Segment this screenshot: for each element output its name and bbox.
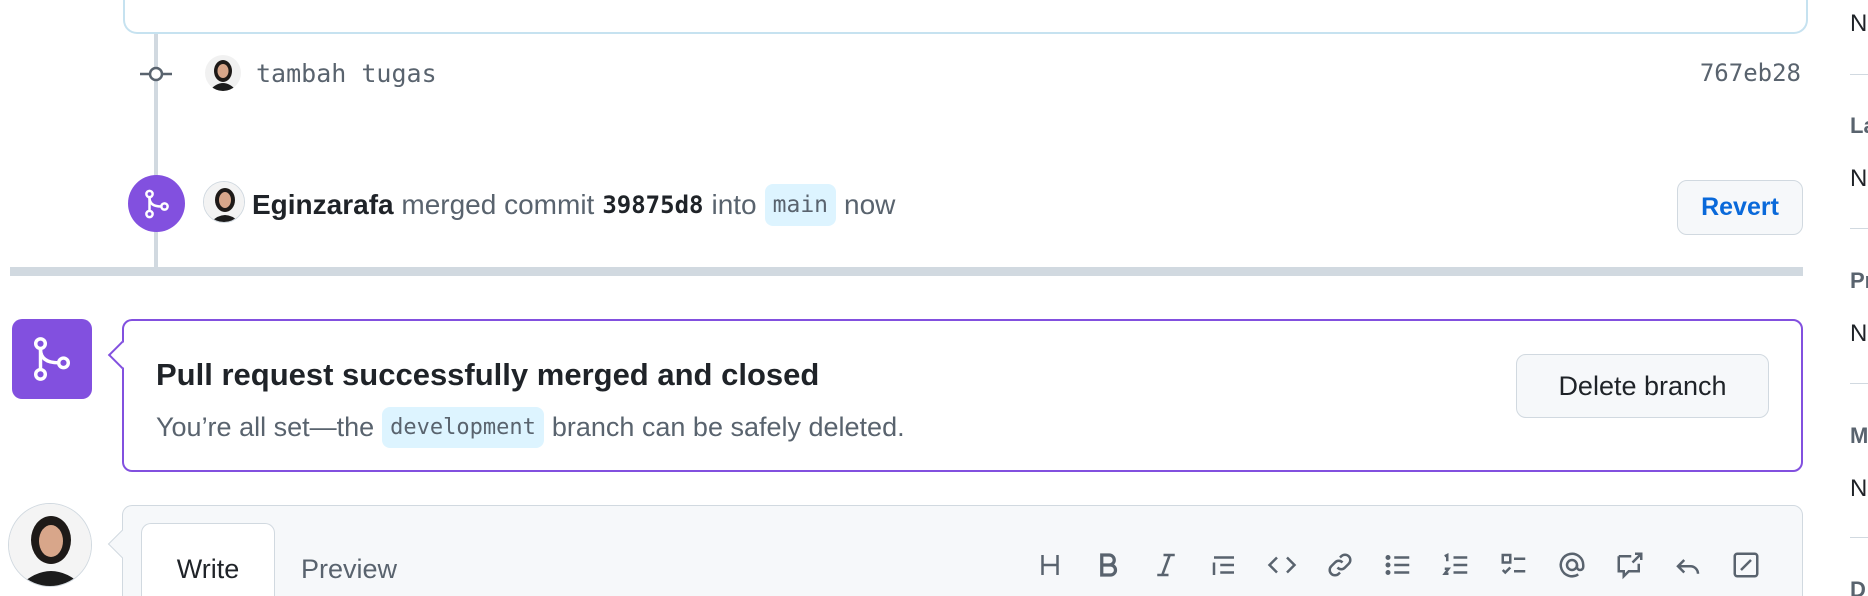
composer-pointer bbox=[107, 529, 137, 559]
comment-composer: Write Preview bbox=[107, 505, 1803, 596]
git-merge-icon bbox=[33, 337, 71, 381]
sidebar-divider bbox=[1850, 228, 1868, 229]
code-icon[interactable] bbox=[1263, 546, 1301, 584]
right-sidebar: N La N Pr N M N D bbox=[1850, 0, 1868, 596]
merged-status-icon bbox=[12, 319, 92, 399]
current-user-avatar[interactable] bbox=[8, 503, 92, 587]
commit-message[interactable]: tambah tugas bbox=[256, 59, 437, 88]
reference-icon[interactable] bbox=[1611, 546, 1649, 584]
ordered-list-icon[interactable] bbox=[1437, 546, 1475, 584]
sidebar-heading-5[interactable]: D bbox=[1850, 577, 1866, 596]
merge-into-text: into bbox=[711, 189, 757, 220]
delete-branch-button[interactable]: Delete branch bbox=[1516, 354, 1769, 418]
sidebar-heading-2[interactable]: La bbox=[1850, 113, 1868, 139]
merge-event-badge bbox=[128, 175, 185, 232]
sidebar-value-3: N bbox=[1850, 320, 1868, 347]
sidebar-heading-4[interactable]: M bbox=[1850, 423, 1868, 449]
sidebar-heading-3[interactable]: Pr bbox=[1850, 268, 1868, 294]
previous-comment-box bbox=[123, 0, 1808, 34]
merger-username[interactable]: Eginzarafa bbox=[252, 189, 394, 221]
sidebar-value-2: N bbox=[1850, 165, 1868, 192]
merge-action-text: merged commit bbox=[401, 189, 595, 220]
italic-icon[interactable] bbox=[1147, 546, 1185, 584]
commit-author-avatar[interactable] bbox=[205, 55, 241, 91]
source-branch-label[interactable]: development bbox=[382, 407, 544, 448]
merged-subtitle-prefix: You’re all set—the bbox=[156, 412, 375, 442]
edit-icon[interactable] bbox=[1727, 546, 1765, 584]
commit-sha[interactable]: 767eb28 bbox=[1700, 59, 1801, 87]
link-icon[interactable] bbox=[1321, 546, 1359, 584]
merged-status-box: Pull request successfully merged and clo… bbox=[107, 319, 1803, 472]
sidebar-divider bbox=[1850, 383, 1868, 384]
sidebar-value-1: N bbox=[1850, 10, 1868, 37]
merged-title: Pull request successfully merged and clo… bbox=[156, 357, 820, 392]
merge-event-text: Eginzarafa merged commit 39875d8 into ma… bbox=[252, 184, 895, 226]
task-list-icon[interactable] bbox=[1495, 546, 1533, 584]
merged-subtitle-suffix: branch can be safely deleted. bbox=[551, 412, 905, 442]
sidebar-divider bbox=[1850, 537, 1868, 538]
heading-icon[interactable] bbox=[1031, 546, 1069, 584]
reply-icon[interactable] bbox=[1669, 546, 1707, 584]
git-merge-icon bbox=[144, 189, 169, 218]
target-branch-label[interactable]: main bbox=[764, 184, 837, 226]
markdown-toolbar bbox=[1031, 546, 1765, 584]
merge-time[interactable]: now bbox=[844, 189, 895, 221]
quote-icon[interactable] bbox=[1205, 546, 1243, 584]
merge-commit-sha[interactable]: 39875d8 bbox=[602, 191, 703, 219]
timeline-separator bbox=[10, 267, 1803, 276]
sidebar-value-4: N bbox=[1850, 475, 1868, 502]
sidebar-divider bbox=[1850, 74, 1868, 75]
mention-icon[interactable] bbox=[1553, 546, 1591, 584]
tab-preview[interactable]: Preview bbox=[301, 554, 397, 585]
merger-avatar[interactable] bbox=[203, 181, 245, 223]
merged-box-pointer bbox=[107, 340, 137, 370]
merged-subtitle: You’re all set—the development branch ca… bbox=[156, 407, 905, 448]
revert-button[interactable]: Revert bbox=[1677, 180, 1803, 235]
tab-write[interactable]: Write bbox=[141, 523, 275, 596]
unordered-list-icon[interactable] bbox=[1379, 546, 1417, 584]
bold-icon[interactable] bbox=[1089, 546, 1127, 584]
commit-icon bbox=[140, 63, 172, 85]
